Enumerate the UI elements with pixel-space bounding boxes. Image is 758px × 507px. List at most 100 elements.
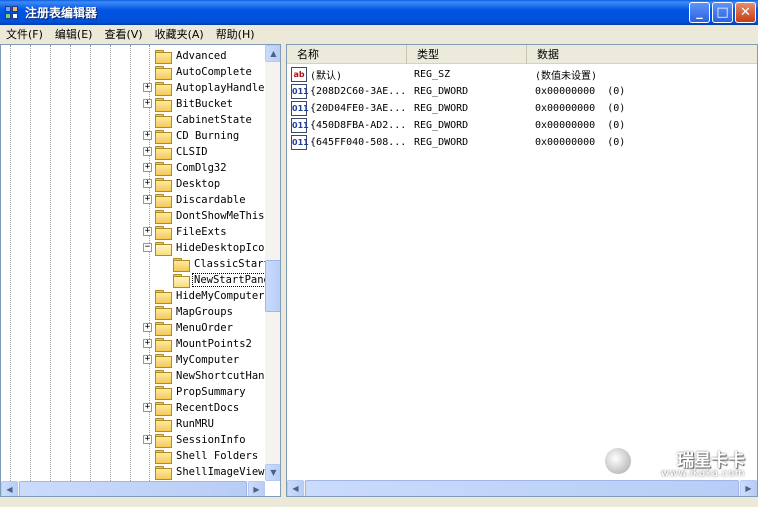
tree-expander[interactable]: + — [143, 403, 152, 412]
tree-item[interactable]: AutoplayHandlers — [155, 80, 265, 96]
tree-item[interactable]: Desktop — [155, 176, 221, 192]
value-name: {208D2C60-3AE... — [310, 86, 407, 97]
menu-edit[interactable]: 编辑(E) — [49, 25, 99, 44]
tree-item[interactable]: HideMyComputerIcons — [155, 288, 265, 304]
maximize-button[interactable]: □ — [712, 2, 733, 23]
tree-item[interactable]: RunMRU — [155, 416, 215, 432]
tree-item[interactable]: MyComputer — [155, 352, 240, 368]
tree-expander[interactable]: + — [143, 83, 152, 92]
value-name: {645FF040-508... — [310, 137, 407, 148]
column-header-name[interactable]: 名称 — [287, 45, 407, 64]
tree-item[interactable]: MapGroups — [155, 304, 234, 320]
tree-expander[interactable]: + — [143, 227, 152, 236]
tree-expander[interactable]: + — [143, 435, 152, 444]
tree-expander[interactable]: + — [143, 355, 152, 364]
tree-item-label: ShellImageView — [176, 466, 265, 478]
regedit-icon — [4, 5, 20, 21]
tree-item-label: MyComputer — [176, 354, 240, 366]
title-bar[interactable]: 注册表编辑器 _ □ ✕ — [0, 0, 758, 25]
tree-item[interactable]: PropSummary — [155, 384, 247, 400]
tree-expander[interactable]: + — [143, 195, 152, 204]
tree-item[interactable]: FileExts — [155, 224, 228, 240]
tree-item[interactable]: CD Burning — [155, 128, 240, 144]
folder-icon — [155, 98, 172, 112]
close-button[interactable]: ✕ — [735, 2, 756, 23]
tree-expander[interactable]: + — [143, 323, 152, 332]
registry-value-row[interactable]: 011 {450D8FBA-AD2... REG_DWORD 0x00000000 (… — [291, 117, 625, 134]
folder-icon — [155, 130, 172, 144]
tree-vertical-scrollbar[interactable]: ▲ ▼ — [265, 45, 280, 481]
column-header-data[interactable]: 数据 — [527, 45, 757, 64]
tree-item[interactable]: AutoComplete — [155, 64, 253, 80]
tree-item-label: MenuOrder — [176, 322, 233, 334]
tree-item-label: FileExts — [176, 226, 227, 238]
registry-tree-pane[interactable]: Advanced AutoComplete + AutoplayHandlers + Bi… — [0, 44, 281, 497]
tree-expander[interactable]: + — [143, 131, 152, 140]
tree-guide-line — [50, 45, 51, 481]
tree-expander[interactable]: + — [143, 163, 152, 172]
menu-help[interactable]: 帮助(H) — [210, 25, 261, 44]
tree-item[interactable]: Shell Folders — [155, 448, 259, 464]
scroll-left-button[interactable]: ◀ — [1, 481, 18, 496]
scroll-thumb[interactable] — [19, 481, 247, 496]
minimize-button[interactable]: _ — [689, 2, 710, 23]
scroll-left-button[interactable]: ◀ — [287, 480, 304, 496]
tree-item[interactable]: MenuOrder — [155, 320, 234, 336]
tree-item[interactable]: Discardable — [155, 192, 247, 208]
registry-value-row[interactable]: 011 {20D04FE0-3AE... REG_DWORD 0x00000000 (… — [291, 100, 625, 117]
folder-icon — [155, 66, 172, 80]
tree-item[interactable]: DontShowMeThisDialogAgain — [155, 208, 265, 224]
value-data: 0x00000000 (0) — [535, 137, 626, 148]
tree-item[interactable]: BitBucket — [155, 96, 234, 112]
tree-item[interactable]: CLSID — [155, 144, 209, 160]
tree-item[interactable]: ClassicStartMenu — [173, 256, 265, 272]
tree-expander[interactable]: + — [143, 99, 152, 108]
tree-expander[interactable]: + — [143, 339, 152, 348]
tree-item[interactable]: ComDlg32 — [155, 160, 228, 176]
tree-item[interactable]: NewStartPanel — [173, 272, 265, 288]
scroll-up-button[interactable]: ▲ — [265, 45, 280, 62]
tree-item[interactable]: HideDesktopIcons — [155, 240, 265, 256]
tree-item[interactable]: Advanced — [155, 48, 228, 64]
tree-item-label: DontShowMeThisDialogAgain — [176, 210, 265, 222]
tree-horizontal-scrollbar[interactable]: ◀ ▶ — [1, 481, 265, 496]
folder-icon — [155, 386, 172, 400]
tree-expander[interactable]: + — [143, 147, 152, 156]
menu-favorites[interactable]: 收藏夹(A) — [149, 25, 210, 44]
tree-item-label: PropSummary — [176, 386, 246, 398]
value-name: {450D8FBA-AD2... — [310, 120, 407, 131]
folder-icon — [155, 178, 172, 192]
menu-view[interactable]: 查看(V) — [98, 25, 148, 44]
menu-bar: 文件(F) 编辑(E) 查看(V) 收藏夹(A) 帮助(H) — [0, 25, 758, 44]
tree-item-label: MountPoints2 — [176, 338, 252, 350]
tree-item-label: MapGroups — [176, 306, 233, 318]
value-type: REG_DWORD — [414, 120, 469, 131]
folder-icon — [155, 402, 172, 416]
tree-expander[interactable]: − — [143, 243, 152, 252]
tree-item[interactable]: NewShortcutHandlers — [155, 368, 265, 384]
tree-item[interactable]: SessionInfo — [155, 432, 247, 448]
folder-icon — [155, 338, 172, 352]
folder-icon — [155, 114, 172, 128]
tree-item[interactable]: MountPoints2 — [155, 336, 253, 352]
tree-guide-line — [30, 45, 31, 481]
values-pane[interactable]: 名称 类型 数据 ab (默认) REG_SZ (数值未设置) 011 {208D2C60… — [286, 44, 758, 497]
registry-value-row[interactable]: 011 {208D2C60-3AE... REG_DWORD 0x00000000 (… — [291, 83, 625, 100]
scroll-down-button[interactable]: ▼ — [265, 464, 280, 481]
registry-value-row[interactable]: 011 {645FF040-508... REG_DWORD 0x00000000 (… — [291, 134, 625, 151]
tree-guide-line — [10, 45, 11, 481]
registry-value-row[interactable]: ab (默认) REG_SZ (数值未设置) — [291, 66, 597, 83]
value-data: 0x00000000 (0) — [535, 103, 626, 114]
registry-tree[interactable]: Advanced AutoComplete + AutoplayHandlers + Bi… — [1, 45, 265, 481]
tree-item[interactable]: RecentDocs — [155, 400, 240, 416]
tree-item[interactable]: ShellImageView — [155, 464, 265, 480]
column-header-type[interactable]: 类型 — [407, 45, 527, 64]
menu-file[interactable]: 文件(F) — [0, 25, 49, 44]
watermark-url: www.ikaka.com — [660, 468, 745, 479]
folder-icon — [155, 418, 172, 432]
tree-item[interactable]: CabinetState — [155, 112, 253, 128]
tree-item-label: CabinetState — [176, 114, 252, 126]
scroll-right-button[interactable]: ▶ — [248, 481, 265, 496]
scroll-thumb[interactable] — [265, 260, 280, 312]
tree-expander[interactable]: + — [143, 179, 152, 188]
